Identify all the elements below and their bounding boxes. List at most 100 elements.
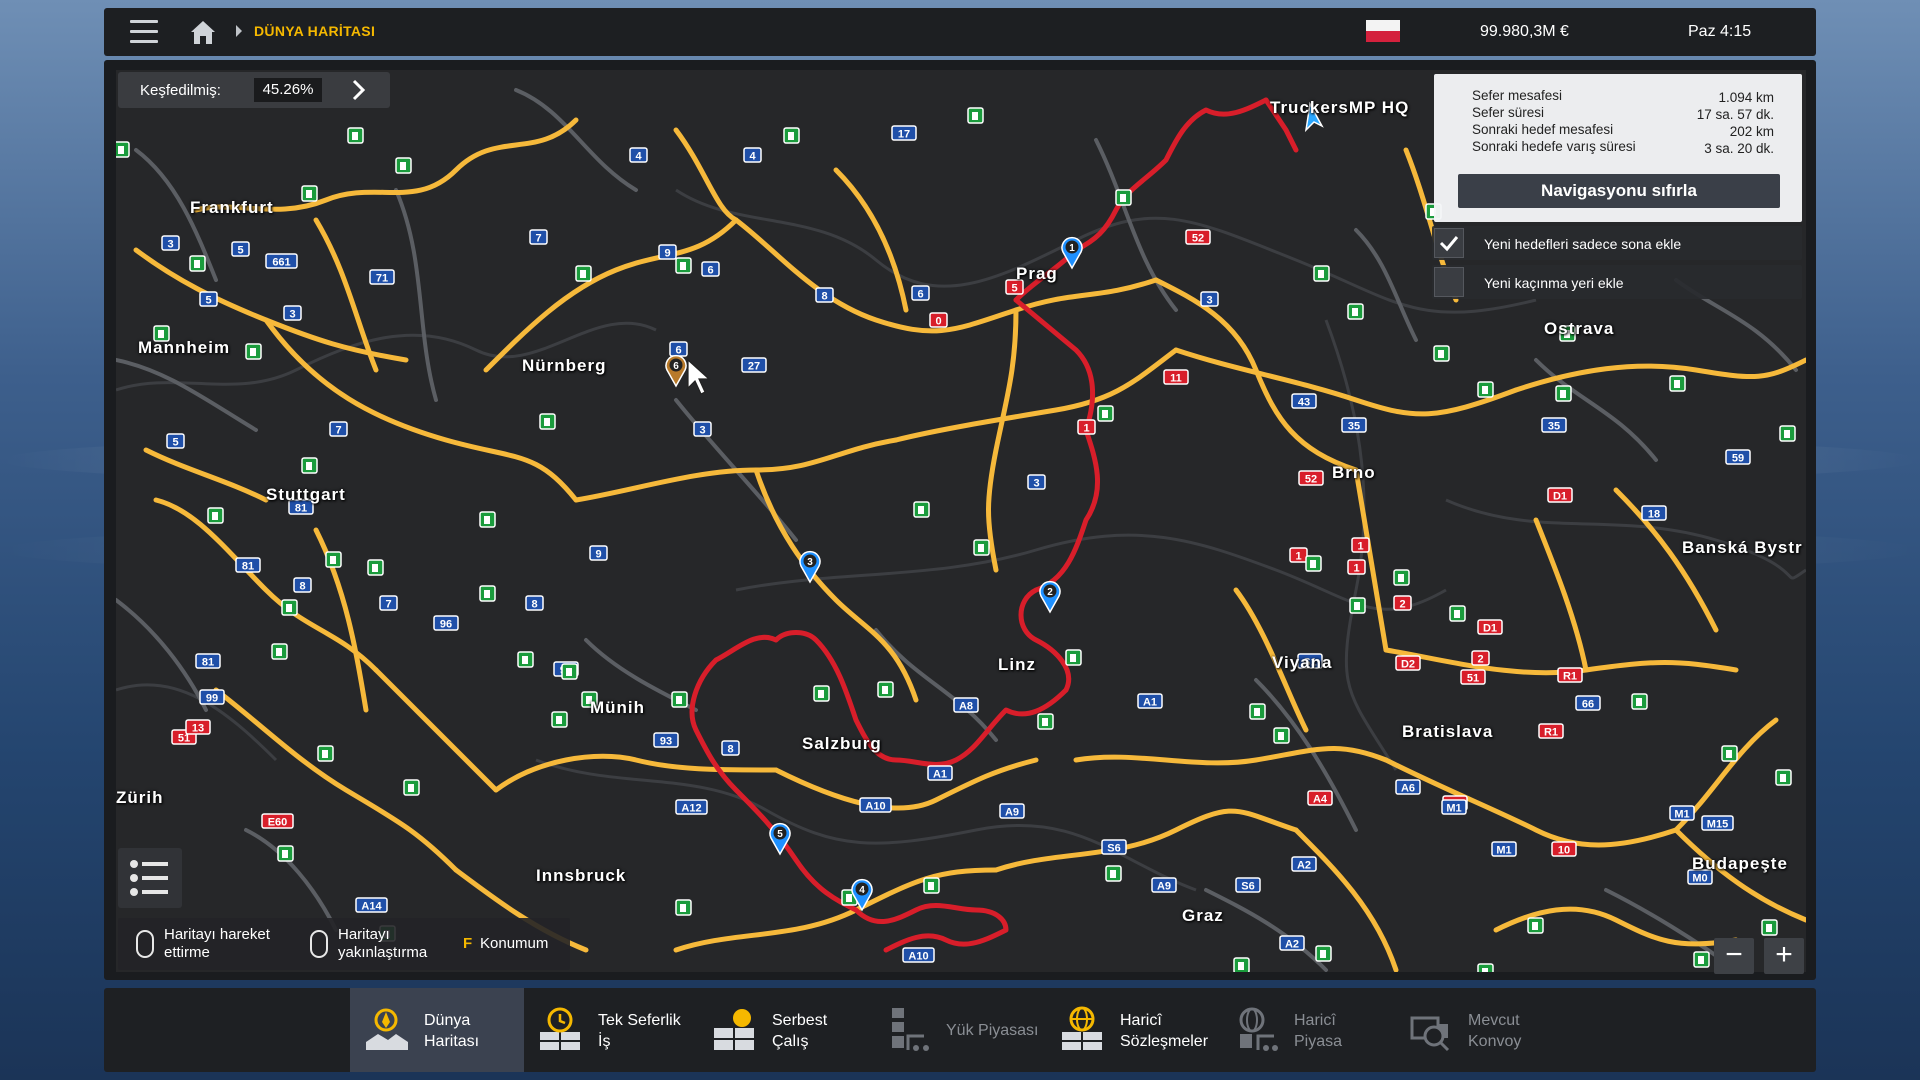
- gas-station-icon: [1305, 555, 1322, 572]
- waypoint-pin[interactable]: 2: [1039, 580, 1061, 614]
- road-number-shield: 7: [329, 421, 348, 437]
- gas-station-icon: [1347, 303, 1364, 320]
- svg-text:81: 81: [202, 657, 214, 669]
- gas-station-icon: [317, 745, 334, 762]
- zoom-in-button[interactable]: +: [1764, 938, 1804, 974]
- road-number-shield: A8: [953, 697, 979, 713]
- road-number-shield: 661: [265, 253, 298, 269]
- gas-station-icon: [325, 551, 342, 568]
- road-number-shield: 7: [529, 229, 548, 245]
- map-legend-button[interactable]: [118, 848, 182, 908]
- gas-station-icon: [575, 265, 592, 282]
- gas-station-icon: [1477, 381, 1494, 398]
- nav-freight-market[interactable]: Serbest Çalış: [698, 988, 872, 1072]
- gas-station-icon: [281, 599, 298, 616]
- gas-station-icon: [395, 157, 412, 174]
- svg-text:A9: A9: [1157, 881, 1171, 893]
- road-number-shield: 13: [185, 719, 211, 735]
- route-info-label: Sonraki hedefe varış süresi: [1472, 139, 1636, 154]
- gas-station-icon: [1105, 865, 1122, 882]
- svg-text:S6: S6: [1241, 881, 1254, 893]
- road-number-shield: 81: [195, 653, 221, 669]
- checkmark-icon: [1439, 236, 1459, 252]
- road-number-shield: A9: [1151, 877, 1177, 893]
- svg-text:4: 4: [749, 151, 756, 163]
- city-label: Graz: [1182, 906, 1224, 925]
- road-number-shield: S6: [1235, 877, 1261, 893]
- road-number-shield: A9: [999, 803, 1025, 819]
- svg-text:9: 9: [595, 549, 601, 561]
- option-append-destinations[interactable]: Yeni hedefleri sadece sona ekle: [1432, 226, 1802, 260]
- svg-text:5: 5: [205, 295, 211, 307]
- option-add-avoid-point[interactable]: Yeni kaçınma yeri ekle: [1432, 265, 1802, 299]
- svg-text:A9: A9: [1005, 807, 1019, 819]
- svg-text:7: 7: [335, 425, 341, 437]
- home-icon[interactable]: [188, 18, 218, 46]
- road-number-shield: 17: [891, 125, 917, 141]
- road-number-shield: 52: [1298, 470, 1324, 486]
- checkbox[interactable]: [1434, 228, 1464, 258]
- svg-text:1: 1: [1069, 243, 1075, 254]
- city-label: Banská Bystr: [1682, 538, 1803, 557]
- menu-icon[interactable]: [130, 20, 158, 44]
- nav-current-convoy[interactable]: Mevcut Konvoy: [1394, 988, 1568, 1072]
- quick-job-clock-icon: [540, 1007, 580, 1050]
- gas-station-icon: [1097, 405, 1114, 422]
- road-number-shield: 2: [1393, 595, 1412, 611]
- zoom-out-button[interactable]: −: [1714, 938, 1754, 974]
- nav-quick-job[interactable]: Tek Seferlik İş: [524, 988, 698, 1072]
- gas-station-icon: [1349, 597, 1366, 614]
- svg-text:M1: M1: [1496, 845, 1511, 857]
- reset-navigation-button[interactable]: Navigasyonu sıfırla: [1458, 174, 1780, 208]
- city-label: Nürnberg: [522, 356, 607, 375]
- road-number-shield: 2: [1471, 650, 1490, 666]
- svg-text:27: 27: [748, 361, 760, 373]
- legend-list-icon: [130, 860, 168, 896]
- gas-station-icon: [271, 643, 288, 660]
- road-number-shield: 10: [1551, 841, 1577, 857]
- waypoint-pin[interactable]: 6: [665, 354, 687, 388]
- road-number-shield: 71: [369, 269, 395, 285]
- svg-text:8: 8: [299, 581, 305, 593]
- checkbox[interactable]: [1434, 267, 1464, 297]
- explored-panel: Keşfedilmiş: 45.26%: [118, 72, 390, 108]
- road-number-shield: 1: [1289, 547, 1308, 563]
- city-label: Ostrava: [1544, 319, 1615, 338]
- svg-text:A14: A14: [361, 901, 382, 913]
- svg-text:R1: R1: [1544, 727, 1558, 739]
- gas-station-icon: [479, 511, 496, 528]
- route-info-label: Sefer mesafesi: [1472, 88, 1563, 103]
- nav-cargo-market[interactable]: Yük Piyasası: [872, 988, 1046, 1072]
- hint-my-location: Konumum: [480, 935, 549, 952]
- chevron-right-icon[interactable]: [344, 78, 374, 102]
- waypoint-pin[interactable]: 1: [1061, 236, 1083, 270]
- city-label: Innsbruck: [536, 866, 627, 885]
- svg-text:R1: R1: [1563, 671, 1577, 683]
- road-number-shield: S6: [1101, 839, 1127, 855]
- svg-text:5: 5: [777, 829, 783, 840]
- road-number-shield: 8: [525, 595, 544, 611]
- svg-text:5: 5: [172, 437, 178, 449]
- route-info-label: Sonraki hedef mesafesi: [1472, 122, 1614, 137]
- road-number-shield: A1: [927, 765, 953, 781]
- breadcrumb-arrow-icon: [236, 25, 242, 37]
- gas-station-icon: [1721, 745, 1738, 762]
- road-number-shield: 35: [1341, 417, 1367, 433]
- nav-external-market[interactable]: Haricî Piyasa: [1220, 988, 1394, 1072]
- svg-text:D1: D1: [1553, 491, 1567, 503]
- nav-external-contracts[interactable]: Haricî Sözleşmeler: [1046, 988, 1220, 1072]
- svg-text:2: 2: [1047, 587, 1053, 598]
- svg-text:18: 18: [1648, 509, 1660, 521]
- city-label: Mannheim: [138, 338, 231, 357]
- svg-text:96: 96: [440, 619, 452, 631]
- svg-text:3: 3: [167, 239, 173, 251]
- hint-zoom-map: Haritayı yakınlaştırma: [338, 926, 428, 961]
- gas-station-icon: [551, 711, 568, 728]
- svg-text:D2: D2: [1401, 659, 1415, 671]
- svg-text:2: 2: [1399, 599, 1405, 611]
- svg-text:6: 6: [675, 345, 681, 357]
- nav-world-map[interactable]: Dünya Haritası: [350, 988, 524, 1072]
- cargo-market-icon: [892, 1008, 929, 1051]
- svg-text:51: 51: [1467, 673, 1479, 685]
- gas-station-icon: [1249, 703, 1266, 720]
